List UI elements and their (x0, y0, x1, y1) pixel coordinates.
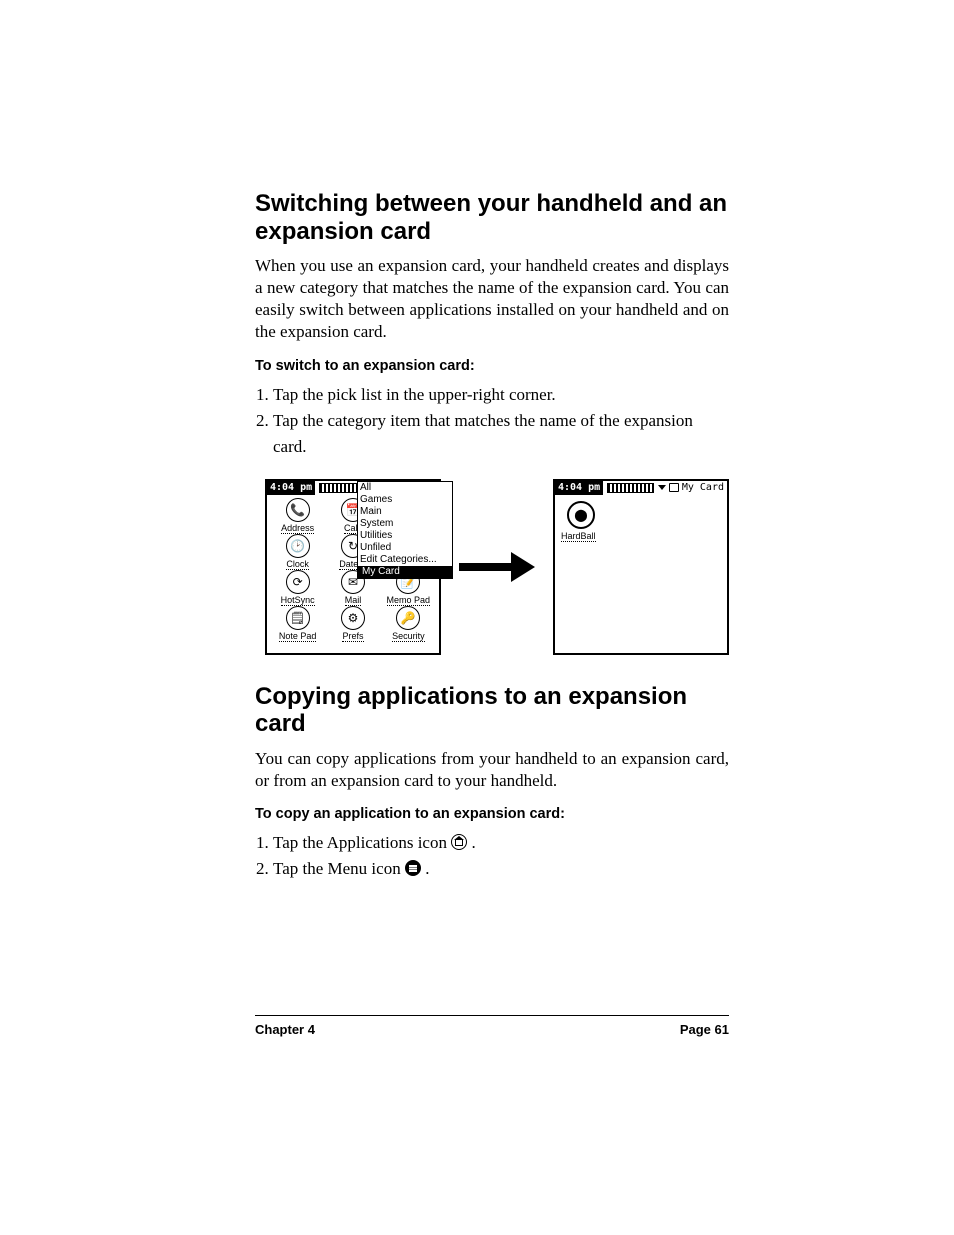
chevron-down-icon (658, 485, 666, 490)
step: Tap the Applications icon . (273, 830, 729, 856)
category-label: My Card (682, 482, 724, 493)
step: Tap the Menu icon . (273, 856, 729, 882)
app-label: Security (392, 631, 425, 642)
app-icon: 📞 (286, 498, 310, 522)
app-label: Memo Pad (387, 595, 431, 606)
titlebar: 4:04 pm My Card (555, 481, 727, 495)
dropdown-item[interactable]: Games (358, 494, 452, 506)
step: Tap the pick list in the upper-right cor… (273, 382, 729, 408)
app-icon: 🔑 (396, 606, 420, 630)
step: Tap the category item that matches the n… (273, 408, 729, 461)
app-label: Address (281, 523, 314, 534)
dropdown-item[interactable]: Edit Categories... (358, 554, 452, 566)
menu-icon (405, 860, 421, 876)
chapter-label: Chapter 4 (255, 1022, 315, 1037)
category-dropdown[interactable]: AllGamesMainSystemUtilitiesUnfiledEdit C… (357, 481, 453, 579)
applications-icon (451, 834, 467, 850)
dropdown-label: My Card (362, 566, 400, 578)
battery-bar (607, 483, 654, 493)
step-text: . (425, 859, 429, 878)
app-label: Prefs (342, 631, 363, 642)
step-text: Tap the Menu icon (273, 859, 405, 878)
section1-subheading: To switch to an expansion card: (255, 358, 729, 374)
handheld-screen-before: 4:04 pm 📞Address📅Calc🕑Clock↻Date B⟳HotSy… (265, 479, 441, 655)
section1-steps: Tap the pick list in the upper-right cor… (255, 382, 729, 461)
app-label: Note Pad (279, 631, 317, 642)
section2-heading: Copying applications to an expansion car… (255, 683, 729, 738)
app-label: HotSync (281, 595, 315, 606)
app-label: Mail (345, 595, 362, 606)
app-item[interactable]: 📞Address (270, 498, 325, 534)
app-icon: ⬤ (567, 501, 595, 529)
app-item[interactable]: ⬤ HardBall (555, 495, 727, 542)
dropdown-item[interactable]: System (358, 518, 452, 530)
page-number: Page 61 (680, 1022, 729, 1037)
section1-intro: When you use an expansion card, your han… (255, 255, 729, 343)
dropdown-item[interactable]: Unfiled (358, 542, 452, 554)
dropdown-item[interactable]: Main (358, 506, 452, 518)
section2-subheading: To copy an application to an expansion c… (255, 806, 729, 822)
app-icon: 🗒 (286, 606, 310, 630)
section1-heading: Switching between your handheld and an e… (255, 190, 729, 245)
category-picklist[interactable]: My Card (658, 482, 727, 493)
handheld-screen-after: 4:04 pm My Card ⬤ HardBall (553, 479, 729, 655)
app-item[interactable]: 🔑Security (381, 606, 436, 642)
section2-steps: Tap the Applications icon . Tap the Menu… (255, 830, 729, 883)
time-label: 4:04 pm (555, 481, 603, 495)
app-icon: ⟳ (286, 570, 310, 594)
arrow-icon (459, 552, 535, 582)
section2-intro: You can copy applications from your hand… (255, 748, 729, 792)
step-text: Tap the Applications icon (273, 833, 451, 852)
dropdown-item[interactable]: Utilities (358, 530, 452, 542)
app-item[interactable]: ⚙Prefs (325, 606, 380, 642)
app-label: Clock (286, 559, 309, 570)
app-label: HardBall (561, 531, 596, 542)
app-item[interactable]: 🗒Note Pad (270, 606, 325, 642)
dropdown-item[interactable]: All (358, 482, 452, 494)
page-footer: Chapter 4 Page 61 (255, 1015, 729, 1037)
app-item[interactable]: 🕑Clock (270, 534, 325, 570)
app-icon: 🕑 (286, 534, 310, 558)
app-item[interactable]: ⟳HotSync (270, 570, 325, 606)
time-label: 4:04 pm (267, 481, 315, 495)
figure-row: 4:04 pm 📞Address📅Calc🕑Clock↻Date B⟳HotSy… (265, 479, 729, 655)
step-text: . (471, 833, 475, 852)
card-icon (669, 483, 679, 492)
app-icon: ⚙ (341, 606, 365, 630)
dropdown-item-selected[interactable]: My Card (358, 566, 452, 578)
